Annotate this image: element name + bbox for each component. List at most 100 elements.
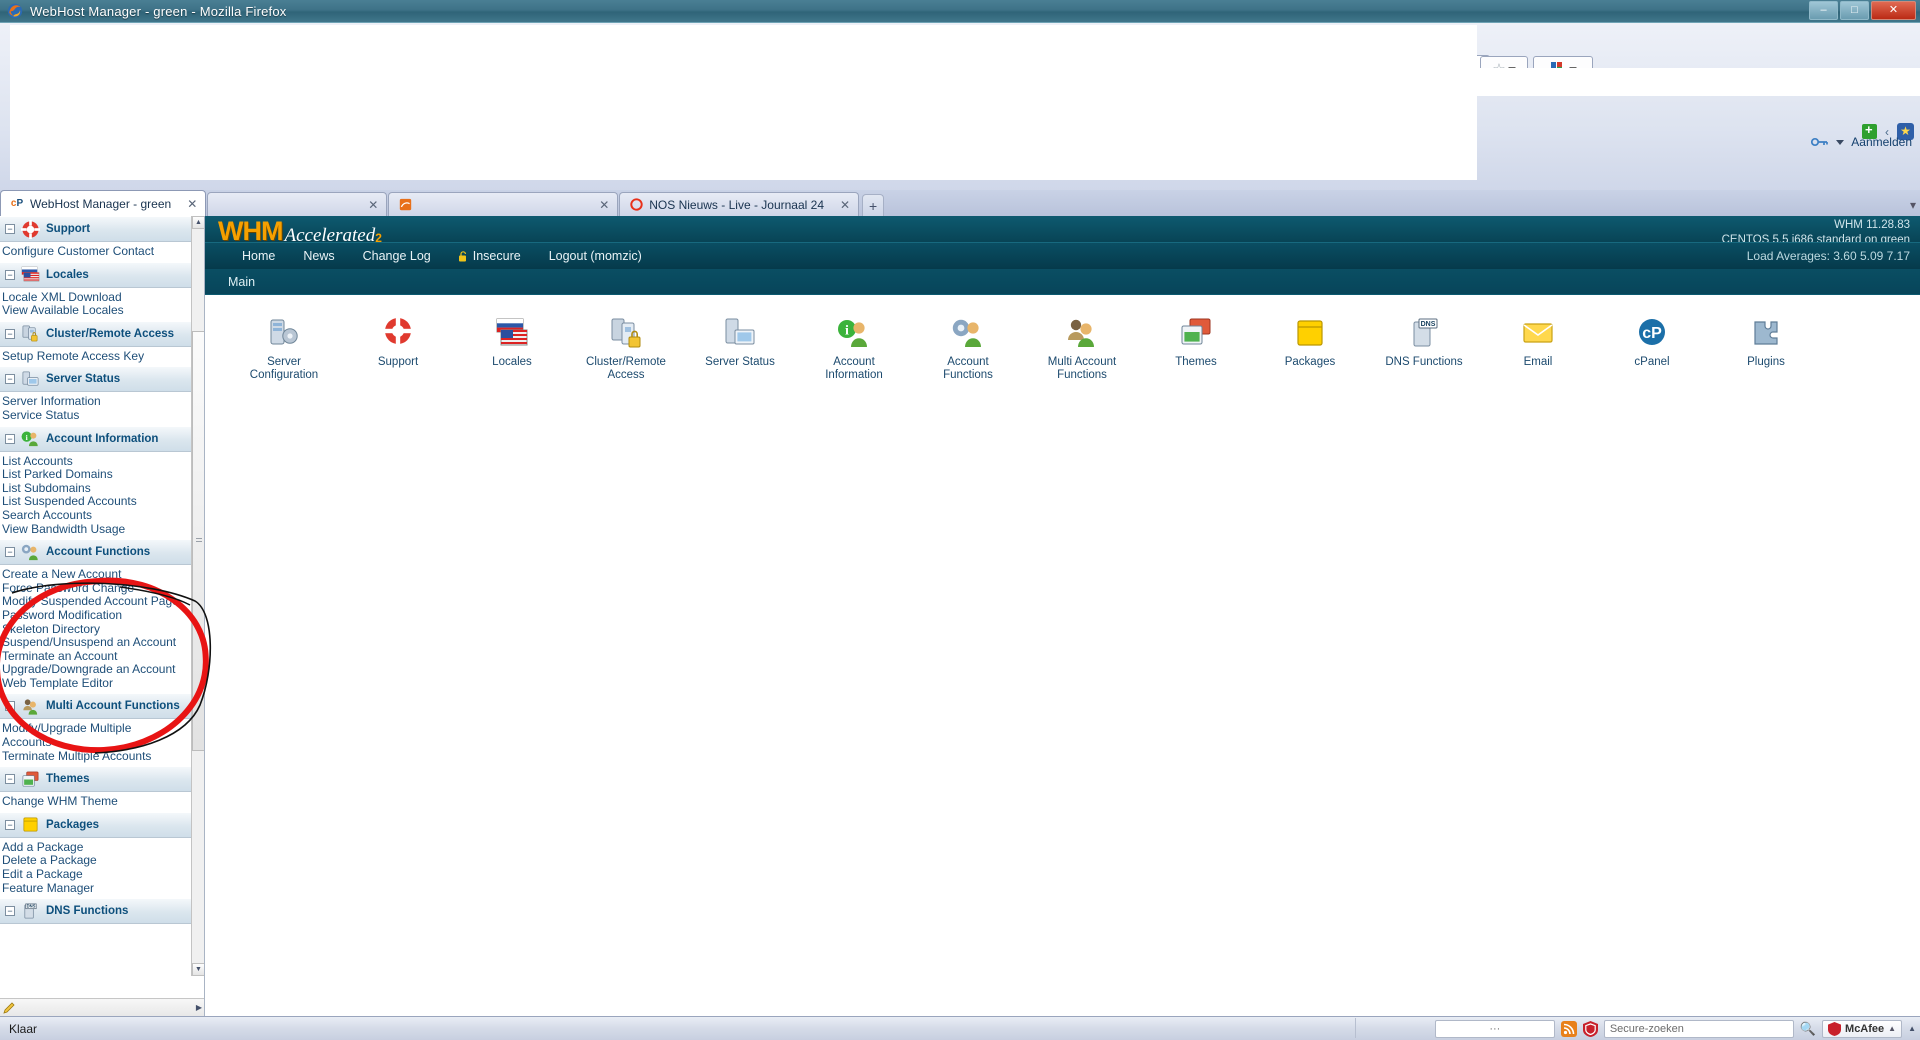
mcafee-shield-icon[interactable] — [1582, 1020, 1598, 1037]
rss-icon[interactable] — [1560, 1020, 1577, 1037]
sidebar-link-modify-upgrade-multiple-accounts[interactable]: Modify/Upgrade Multiple Accounts — [0, 722, 150, 749]
sidebar-link-list-accounts[interactable]: List Accounts — [0, 454, 204, 469]
close-icon[interactable]: ✕ — [368, 198, 378, 212]
sidebar-link-create-a-new-account[interactable]: Create a New Account — [0, 568, 204, 582]
scrollbar-thumb[interactable] — [192, 331, 204, 751]
grid-item-account-information[interactable]: i Account Information — [797, 316, 911, 382]
grid-item-support[interactable]: Support — [341, 316, 455, 369]
taskbar-overflow-chevron-icon[interactable]: ▲ — [1908, 1024, 1916, 1033]
close-icon[interactable]: ✕ — [187, 197, 197, 211]
collapse-icon[interactable]: − — [5, 374, 15, 385]
grid-item-server-status[interactable]: Server Status — [683, 316, 797, 369]
tab-blank-1[interactable]: ✕ — [207, 192, 388, 216]
sidebar-link-add-a-package[interactable]: Add a Package — [0, 840, 204, 855]
close-button[interactable]: ✕ — [1871, 1, 1916, 20]
tab-strip[interactable]: cP WebHost Manager - green ✕ ✕ ✕ NOS Nie… — [0, 190, 1920, 216]
sidebar-group-themes[interactable]: − Themes — [0, 766, 204, 793]
grid-item-plugins[interactable]: Plugins — [1709, 316, 1823, 369]
collapse-icon[interactable]: − — [5, 547, 15, 558]
signin-label[interactable]: Aanmelden — [1851, 135, 1912, 149]
new-tab-button[interactable]: + — [862, 194, 885, 216]
sidebar-link-edit-a-package[interactable]: Edit a Package — [0, 867, 204, 882]
tab-webhost-manager[interactable]: cP WebHost Manager - green ✕ — [0, 190, 207, 216]
sidebar-link-suspend-unsuspend-an-account[interactable]: Suspend/Unsuspend an Account — [0, 635, 204, 650]
tab-nos-nieuws[interactable]: NOS Nieuws - Live - Journaal 24 ✕ — [619, 192, 860, 216]
scroll-up-arrow-icon[interactable]: ▲ — [192, 216, 204, 229]
grid-item-account-functions[interactable]: Account Functions — [911, 316, 1025, 382]
sidebar-link-server-information[interactable]: Server Information — [0, 395, 204, 409]
window-controls[interactable]: – □ ✕ — [1809, 1, 1916, 20]
secure-search-input[interactable]: Secure-zoeken — [1603, 1019, 1794, 1038]
collapse-icon[interactable]: − — [5, 906, 15, 917]
grid-item-cpanel[interactable]: cP cPanel — [1595, 316, 1709, 369]
horizontal-scroll-right-icon[interactable]: ▶ — [196, 1003, 202, 1012]
sidebar-link-setup-remote-access-key[interactable]: Setup Remote Access Key — [0, 349, 204, 364]
close-icon[interactable]: ✕ — [840, 198, 850, 212]
grid-item-themes[interactable]: Themes — [1139, 316, 1253, 369]
sidebar-link-terminate-an-account[interactable]: Terminate an Account — [0, 649, 204, 664]
grid-item-dns-functions[interactable]: DNS DNS Functions — [1367, 316, 1481, 369]
sidebar-group-packages[interactable]: − Packages — [0, 811, 204, 838]
grid-item-packages[interactable]: Packages — [1253, 316, 1367, 369]
sidebar-group-locales[interactable]: − Locales — [0, 261, 204, 288]
grid-item-multi-account-functions[interactable]: Multi Account Functions — [1025, 316, 1139, 382]
sidebar-group-multi-account-functions[interactable]: − Multi Account Functions — [0, 693, 204, 720]
minimize-button[interactable]: – — [1809, 1, 1838, 20]
taskbar-dots[interactable]: ··· — [1434, 1019, 1555, 1038]
collapse-icon[interactable]: − — [5, 774, 15, 785]
sidebar-link-list-suspended-accounts[interactable]: List Suspended Accounts — [0, 495, 204, 509]
chevron-up-icon[interactable]: ▲ — [1888, 1024, 1896, 1033]
sidebar-link-skeleton-directory[interactable]: Skeleton Directory — [0, 622, 204, 637]
nav-news[interactable]: News — [289, 249, 348, 263]
sidebar-group-account-information[interactable]: − i Account Information — [0, 425, 204, 452]
sidebar-group-server-status[interactable]: − Server Status — [0, 366, 204, 393]
sidebar-link-web-template-editor[interactable]: Web Template Editor — [0, 676, 204, 691]
sidebar-group-account-functions[interactable]: − Account Functions — [0, 539, 204, 566]
magnifier-icon[interactable]: 🔍 — [1800, 1021, 1816, 1037]
grid-item-server-configuration[interactable]: Server Configuration — [227, 316, 341, 382]
collapse-icon[interactable]: − — [5, 269, 15, 280]
taskbar-right[interactable]: ··· Secure-zoeken 🔍 McAfee ▲ ▲ — [1434, 1019, 1916, 1038]
sidebar-link-feature-manager[interactable]: Feature Manager — [0, 881, 204, 896]
sidebar-link-view-available-locales[interactable]: View Available Locales — [0, 304, 204, 318]
nav-logout[interactable]: Logout (momzic) — [535, 249, 656, 263]
tab-blank-2[interactable]: ✕ — [388, 192, 619, 216]
sidebar-link-password-modification[interactable]: Password Modification — [0, 608, 204, 623]
sidebar-group-support[interactable]: − Support — [0, 216, 204, 242]
sidebar-link-service-status[interactable]: Service Status — [0, 408, 204, 423]
sidebar-link-change-whm-theme[interactable]: Change WHM Theme — [0, 795, 204, 809]
grid-item-email[interactable]: Email — [1481, 316, 1595, 369]
signin-toolbar[interactable]: Aanmelden — [1811, 135, 1912, 149]
tab-list-chevron-icon[interactable]: ▾ — [1910, 198, 1916, 212]
collapse-icon[interactable]: − — [5, 328, 15, 339]
nav-home[interactable]: Home — [228, 249, 289, 263]
nav-change-log[interactable]: Change Log — [349, 249, 445, 263]
sidebar-link-configure-customer-contact[interactable]: Configure Customer Contact — [0, 244, 204, 259]
maximize-button[interactable]: □ — [1840, 1, 1869, 20]
sidebar-link-search-accounts[interactable]: Search Accounts — [0, 508, 204, 523]
grid-item-locales[interactable]: Locales — [455, 316, 569, 369]
pencil-icon[interactable] — [3, 1001, 17, 1014]
sidebar-link-view-bandwidth-usage[interactable]: View Bandwidth Usage — [0, 522, 204, 537]
sidebar-link-list-subdomains[interactable]: List Subdomains — [0, 481, 204, 496]
whm-nav-bar[interactable]: Home News Change Log Insecure Logout (mo… — [205, 242, 1920, 269]
nav-insecure[interactable]: Insecure — [445, 249, 535, 263]
chevron-down-icon[interactable] — [1836, 139, 1845, 145]
sidebar-link-upgrade-downgrade-an-account[interactable]: Upgrade/Downgrade an Account — [0, 663, 204, 677]
mcafee-button[interactable]: McAfee ▲ — [1822, 1019, 1903, 1038]
collapse-icon[interactable]: − — [5, 819, 15, 830]
sidebar-link-terminate-multiple-accounts[interactable]: Terminate Multiple Accounts — [0, 749, 204, 764]
whm-icon-grid[interactable]: Server Configuration Support Locales Clu… — [205, 316, 1920, 382]
sidebar-group-dns-functions[interactable]: − DNS DNS Functions — [0, 898, 204, 925]
scroll-down-arrow-icon[interactable]: ▼ — [192, 963, 204, 976]
sidebar-scrollbar[interactable]: ▲ ▼ — [191, 216, 204, 976]
sidebar-link-list-parked-domains[interactable]: List Parked Domains — [0, 468, 204, 482]
collapse-icon[interactable]: − — [5, 224, 15, 234]
sidebar-link-force-password-change[interactable]: Force Password Change — [0, 581, 204, 596]
collapse-icon[interactable]: − — [5, 701, 15, 712]
close-icon[interactable]: ✕ — [599, 198, 609, 212]
sidebar-link-delete-a-package[interactable]: Delete a Package — [0, 854, 204, 868]
collapse-icon[interactable]: − — [5, 433, 15, 444]
sidebar-link-locale-xml-download[interactable]: Locale XML Download — [0, 290, 204, 305]
sidebar-group-cluster-remote-access[interactable]: − Cluster/Remote Access — [0, 320, 204, 347]
